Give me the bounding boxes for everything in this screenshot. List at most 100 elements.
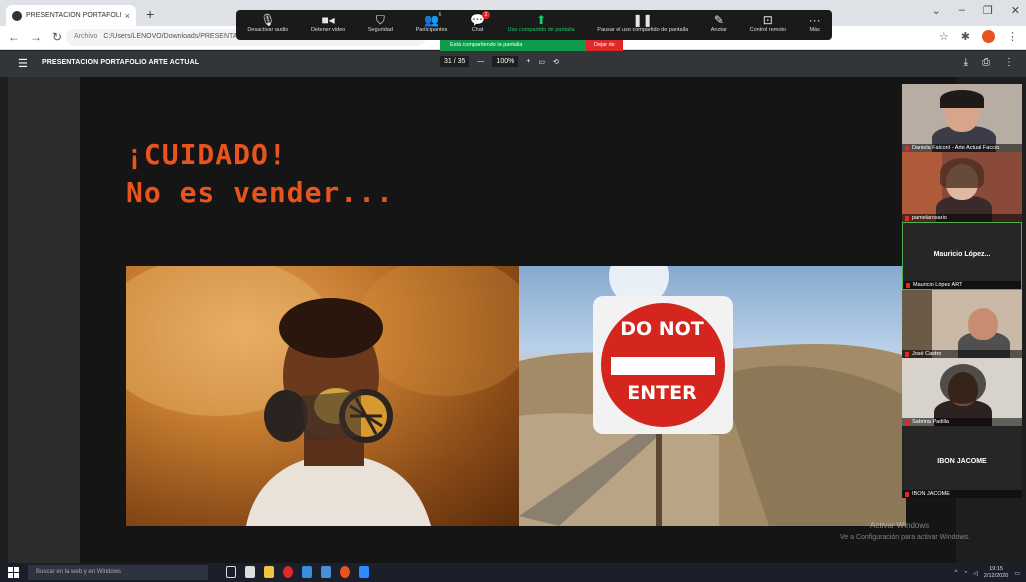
annotate-button[interactable]: ✎ Anotar [711,13,727,33]
volume-icon[interactable]: ◁ [973,570,978,577]
desert-scene [519,266,906,526]
more-button[interactable]: ··· Más [809,13,821,33]
back-icon[interactable]: ← [8,30,20,44]
bookmark-star-icon[interactable]: ☆ [939,30,949,43]
download-icon[interactable]: ⤓ [964,57,968,68]
participants-icon: 👥 6 [424,12,441,27]
calendar-icon[interactable] [245,566,255,578]
slide-headline: ¡CUIDADO! No es vender... [126,136,394,212]
sign-text-bottom: ENTER [627,382,697,404]
participant-name: pamelarosario [902,214,1022,222]
url-prefix: Archivo [74,33,98,40]
sharing-indicator: Está compartiendo la pantalla Dejar de [440,40,623,51]
network-icon[interactable]: ◔ [964,570,968,576]
zoom-level[interactable]: 100% [492,56,519,67]
participants-button[interactable]: 👥 6 Participantes [416,12,448,33]
windows-start-icon[interactable] [8,567,20,578]
photos-icon[interactable] [302,566,312,578]
screen: PRESENTACION PORTAFOLIO AF × + ⌄ – ❐ ✕ ←… [0,0,1026,582]
rotate-icon[interactable]: ⟲ [553,58,559,66]
store-icon[interactable] [321,566,331,578]
gas-mask-photo [126,266,519,526]
participant-tile[interactable]: pamelarosario [902,152,1022,222]
participant-tile[interactable]: Sabrina Padilla [902,358,1022,426]
participant-tile[interactable]: Mauricio López... Mauricio López ART [902,222,1022,290]
participant-name: Sabrina Padilla [902,418,1022,426]
system-tray: ^ ◔ ◁ 19:15 2/12/2020 ▭ [955,566,1020,580]
task-view-icon[interactable] [226,566,236,578]
mute-audio-button[interactable]: 🎙 Desactivar audio [247,13,288,33]
navigation-buttons: ← → ↻ [8,30,62,44]
shield-icon: ⛉ [375,13,385,27]
reload-icon[interactable]: ↻ [52,30,62,44]
opera-icon[interactable] [283,566,293,578]
forward-icon[interactable]: → [30,30,42,44]
tab-close-icon[interactable]: × [125,11,130,21]
participant-display-name: IBON JACOME [937,458,987,465]
remote-control-button[interactable]: ⊡ Control remoto [750,13,786,33]
share-screen-button[interactable]: ⬆ Uso compartido de pantalla [508,13,575,33]
restore-icon[interactable]: ❐ [983,4,993,17]
participant-display-name: Mauricio López... [933,251,991,258]
participant-name: IBON JACOME [902,490,1022,498]
tray-arrow-icon[interactable]: ^ [955,570,958,576]
chat-badge: 2 [482,11,490,19]
profile-avatar[interactable] [982,30,995,43]
pdf-toolbar: ☰ PRESENTACION PORTAFOLIO ARTE ACTUAL 31… [0,51,1026,77]
zoom-meeting-toolbar: 🎙 Desactivar audio ■◂ Detener video ⛉ Se… [236,10,832,40]
taskbar-clock[interactable]: 19:15 2/12/2020 [984,566,1008,580]
sharing-status: Está compartiendo la pantalla [440,40,586,51]
fit-page-icon[interactable]: ▭ [538,58,545,66]
document-left-margin [8,77,80,563]
browser-menu-icon[interactable]: ⋮ [1007,30,1018,43]
hamburger-menu-icon[interactable]: ☰ [18,57,28,70]
tab-favicon-icon [12,10,22,21]
taskbar-apps [226,566,369,578]
notifications-icon[interactable]: ▭ [1014,570,1020,577]
security-button[interactable]: ⛉ Seguridad [368,13,393,33]
headline-line-2: No es vender... [126,176,394,209]
pdf-more-icon[interactable]: ⋮ [1004,57,1014,68]
zoom-app-icon[interactable] [359,566,369,578]
participants-count: 6 [438,12,442,18]
pause-share-button[interactable]: ❚❚ Pausar el uso compartido de pantalla [597,13,688,33]
windows-activation-watermark: Activar Windows Ve a Configuración para … [840,521,970,541]
stop-share-button[interactable]: Dejar de [586,40,623,51]
share-screen-icon: ⬆ [536,13,547,27]
participant-name: José Castro [902,350,1022,358]
participant-name: Mauricio López ART [903,281,1021,289]
browser-tab[interactable]: PRESENTACION PORTAFOLIO AF × [6,5,136,26]
gas-mask-illustration [126,266,519,526]
do-not-enter-photo [519,266,906,526]
pause-icon: ❚❚ [632,13,653,27]
sign-text-top: DO NOT [620,318,704,340]
participant-name: Daniela Falconí - Arte Actual Faccio [902,144,1022,152]
participant-tile[interactable]: José Castro [902,290,1022,358]
chat-button[interactable]: 💬 2 Chat [470,11,490,33]
headline-line-1: ¡CUIDADO! [126,138,287,171]
video-icon: ■◂ [321,13,335,27]
chrome-icon[interactable] [340,566,350,578]
stop-video-button[interactable]: ■◂ Detener video [311,13,345,33]
document-title: PRESENTACION PORTAFOLIO ARTE ACTUAL [42,59,200,66]
minimize-icon[interactable]: – [959,4,965,17]
participant-tile[interactable]: IBON JACOME IBON JACOME [902,426,1022,498]
print-icon[interactable]: ⎙ [982,57,990,68]
pdf-actions: ⤓ ⎙ ⋮ [964,57,1014,68]
taskbar-search-input[interactable]: Buscar en la web y en Windows [28,565,208,580]
zoom-out-button[interactable]: — [477,58,484,65]
participant-tile[interactable]: Daniela Falconí - Arte Actual Faccio [902,84,1022,152]
remote-control-icon: ⊡ [762,13,773,27]
file-explorer-icon[interactable] [264,566,274,578]
page-indicator[interactable]: 31 / 35 [440,56,470,67]
zoom-in-button[interactable]: + [526,58,530,65]
tab-search-icon[interactable]: ⌄ [932,4,941,17]
windows-taskbar: Buscar en la web y en Windows ^ ◔ ◁ 19:1… [0,563,1026,582]
more-icon: ··· [808,13,821,27]
new-tab-button[interactable]: + [146,6,154,22]
chat-icon: 💬 2 [470,11,490,27]
tab-title: PRESENTACION PORTAFOLIO AF [26,12,121,19]
extensions-icon[interactable]: ✱ [961,30,970,43]
annotate-icon: ✎ [713,13,724,27]
close-window-icon[interactable]: ✕ [1011,4,1020,17]
